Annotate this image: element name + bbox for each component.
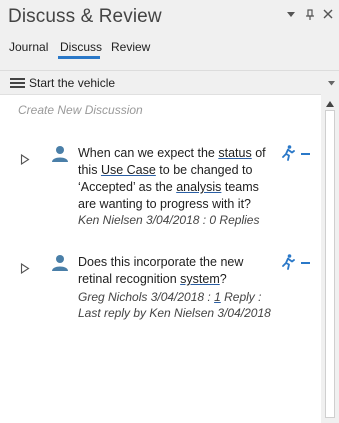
title-bar: Discuss & Review (0, 0, 339, 34)
chevron-down-icon[interactable] (286, 9, 296, 21)
window-title: Discuss & Review (8, 6, 162, 27)
discussion-list: Create New Discussion When can we expect… (0, 94, 321, 423)
vertical-scrollbar[interactable] (321, 94, 339, 422)
pin-icon[interactable] (305, 9, 315, 24)
tab-discuss[interactable]: Discuss (60, 40, 102, 54)
collapse-minus-icon[interactable] (301, 153, 310, 155)
scroll-up-icon[interactable] (325, 96, 335, 108)
expand-icon[interactable] (20, 152, 30, 166)
context-element-label[interactable]: Start the vehicle (29, 76, 115, 90)
running-person-icon[interactable] (281, 145, 295, 161)
reply-count-link[interactable]: 1 (214, 290, 221, 304)
discussion-meta: Ken Nielsen 3/04/2018 : 0 Replies (78, 213, 260, 227)
hamburger-icon[interactable] (10, 78, 25, 89)
discussion-text[interactable]: When can we expect the status of this Us… (78, 145, 278, 213)
scroll-track[interactable] (325, 110, 335, 418)
running-person-icon[interactable] (281, 254, 295, 270)
active-tab-indicator (58, 56, 100, 59)
user-avatar-icon (51, 254, 69, 272)
status-link[interactable]: status (218, 146, 251, 160)
discussion-text[interactable]: Does this incorporate the new retinal re… (78, 254, 278, 288)
context-toolbar: Start the vehicle (0, 70, 339, 95)
toolbar-dropdown-icon[interactable] (328, 79, 335, 88)
user-avatar-icon (51, 145, 69, 163)
create-discussion-input[interactable]: Create New Discussion (18, 103, 143, 117)
tab-review[interactable]: Review (111, 40, 150, 54)
tab-strip: Journal Discuss Review (0, 36, 339, 60)
use-case-link[interactable]: Use Case (101, 163, 156, 177)
system-link[interactable]: system (180, 272, 220, 286)
analysis-link[interactable]: analysis (176, 180, 221, 194)
close-icon[interactable] (323, 9, 333, 22)
tab-journal[interactable]: Journal (9, 40, 48, 54)
collapse-minus-icon[interactable] (301, 262, 310, 264)
expand-icon[interactable] (20, 261, 30, 275)
discussion-meta: Greg Nichols 3/04/2018 : 1 Reply : Last … (78, 290, 271, 320)
